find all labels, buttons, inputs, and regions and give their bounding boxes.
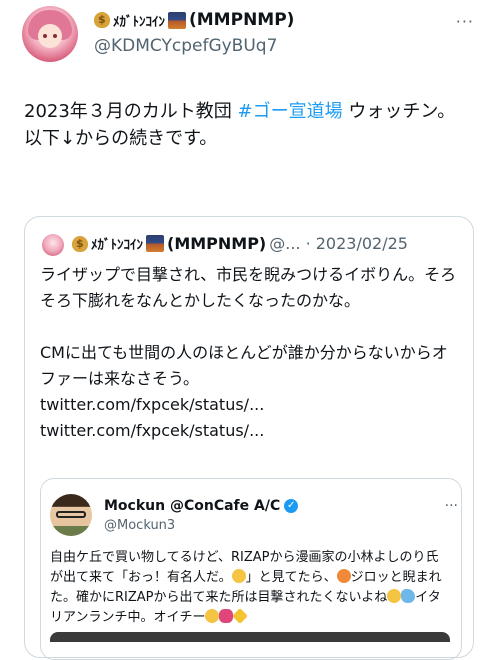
inner-author-name: Mockun @ConCafe A/C ✓ [104,498,299,514]
inner-author-avatar [50,494,92,536]
quoted-author-name-suffix: (MMPNMP) [167,234,267,253]
revolving-hearts-icon [219,609,234,623]
author-name-katakana: ﾒｶﾞﾄﾝｺｲﾝ [113,14,165,30]
avatar-eye-left [43,34,47,38]
inner-author-handle: @Mockun3 [104,518,176,533]
author-name[interactable]: ﾒｶﾞﾄﾝｺｲﾝ (MMPNMP) [94,10,294,30]
avatar-face [38,24,62,48]
quoted-tweet-header: ﾒｶﾞﾄﾝｺｲﾝ (MMPNMP) @... · 2023/02/25 [72,234,408,253]
avatar-eye-right [53,34,57,38]
inner-text-part2: 」と見てたら、 [245,570,337,585]
quoted-links[interactable]: twitter.com/fxpcek/status/... twitter.co… [40,395,264,440]
avatar-shirt [50,526,92,536]
crossed-flags-icon [168,11,186,29]
sweat-droplets-icon [401,589,416,603]
grinning-face-icon [231,569,246,583]
tweet-body-line2: 以下↓からの続きです。 [24,128,218,149]
inner-tweet-text: 自由ケ丘で買い物してるけど、RIZAPから漫画家の小林よしのり氏が出て来て「おっ… [50,548,450,628]
tweet-body: 2023年３月のカルト教団 #ゴー宣道場 ウォッチン。 以下↓からの続きです。 [24,98,474,152]
money-bag-icon [94,12,110,28]
hashtag-link[interactable]: #ゴー宣道場 [238,101,343,122]
quoted-text-para1: ライザップで目撃され、市民を睨みつけるイボりん。そろそろ下膨れをなんとかしたくな… [40,265,457,310]
money-bag-icon [72,235,88,252]
inner-author-name-text: Mockun @ConCafe A/C [104,498,281,514]
author-handle[interactable]: @KDMCYcpefGyBUq7 [94,36,277,56]
sparkles-icon [232,608,249,624]
tweet-body-line1-prefix: 2023年３月のカルト教団 [24,101,238,122]
inner-more-options-icon[interactable]: ··· [445,498,458,514]
author-avatar[interactable] [22,6,78,62]
quoted-text-para2: CMに出ても世間の人のほとんどが誰か分からないからオファーは来なさそう。 [40,343,448,388]
quoted-handle-date: @... · 2023/02/25 [269,234,408,253]
quoted-author-name-katakana: ﾒｶﾞﾄﾝｺｲﾝ [91,238,143,253]
sweat-smile-icon [387,589,402,603]
relieved-face-icon [205,609,220,623]
angry-face-icon [336,569,351,583]
verified-badge-icon: ✓ [284,499,299,513]
quoted-tweet-text: ライザップで目撃され、市民を睨みつけるイボりん。そろそろ下膨れをなんとかしたくな… [40,262,460,444]
author-name-suffix: (MMPNMP) [189,10,295,30]
more-options-icon[interactable]: ··· [456,12,474,31]
crossed-flags-icon [146,235,164,252]
inner-tweet-media-preview[interactable] [50,632,450,642]
avatar-glasses [56,511,86,518]
quoted-author-avatar [42,234,64,256]
tweet-body-line1-suffix: ウォッチン。 [342,101,456,122]
